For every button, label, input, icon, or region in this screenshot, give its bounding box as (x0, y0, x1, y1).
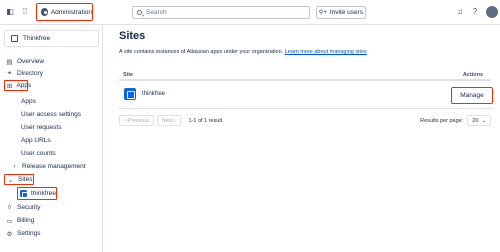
sidebar-item-label: Billing (17, 217, 35, 224)
results-per-page: Results per page: 20 ⌄ (420, 115, 491, 126)
shield-icon: ◊ (7, 204, 12, 211)
sidebar-item-user-access-settings[interactable]: User access settings (21, 109, 81, 120)
sidebar-item-user-requests[interactable]: User requests (21, 122, 61, 133)
table-row: thinkfree Manage (119, 82, 493, 109)
sidebar-item-user-counts[interactable]: User counts (21, 148, 56, 159)
app-switcher-icon[interactable]: ⁞⁞ (20, 7, 30, 17)
page-title: Sites (119, 30, 146, 42)
building-icon (11, 35, 18, 42)
search-placeholder: Search (146, 9, 167, 16)
help-icon[interactable]: ? (470, 7, 480, 17)
overview-icon: ▤ (6, 58, 13, 66)
sidebar-item-label: User counts (21, 150, 56, 157)
sidebar-item-label: Apps (21, 98, 36, 105)
org-switcher[interactable]: Thinkfree (4, 30, 99, 47)
search-input[interactable]: Search (132, 6, 310, 19)
billing-icon: ▭ (6, 217, 13, 225)
administration-label: Administration (50, 8, 92, 16)
chevron-down-icon: ⌄ (481, 117, 486, 124)
sidebar-item-overview[interactable]: ▤ Overview (6, 56, 44, 67)
administration-button[interactable]: Administration (36, 3, 93, 21)
avatar[interactable] (486, 6, 498, 18)
next-page-button[interactable]: Next › (156, 115, 182, 126)
results-per-page-select[interactable]: 20 ⌄ (467, 115, 491, 126)
sidebar-item-release-management[interactable]: › Release management (11, 161, 86, 172)
chevron-down-icon: ⌄ (7, 176, 14, 184)
sidebar-item-label: Sites (18, 176, 33, 183)
column-header-actions: Actions (462, 72, 483, 78)
next-label: Next (161, 117, 174, 124)
org-name: Thinkfree (23, 35, 51, 42)
manage-button[interactable]: Manage (451, 87, 493, 104)
pagination-info: 1-1 of 1 result (188, 117, 223, 124)
site-name[interactable]: thinkfree (142, 91, 165, 97)
sidebar-item-label: thinkfree (31, 190, 56, 197)
gear-icon: ⚙ (6, 230, 13, 238)
sidebar-item-site-thinkfree[interactable]: thinkfree (17, 187, 57, 200)
page-description: A site contains instances of Atlassian a… (119, 49, 367, 55)
top-navigation-bar: ◧ ⁞⁞ Administration Search ⚲+ Invite use… (0, 0, 500, 25)
sites-table-header: Site Actions (119, 67, 491, 81)
chevron-right-icon: › (13, 163, 16, 170)
notifications-icon[interactable]: ♫ (455, 7, 465, 17)
sidebar-item-directory[interactable]: ꔹ Directory (6, 68, 43, 79)
thinkfree-site-icon (124, 88, 136, 100)
previous-page-button[interactable]: ‹ Previous (119, 115, 154, 126)
sidebar-item-apps[interactable]: ⊞ Apps (4, 80, 32, 91)
sidebar-toggle-icon[interactable]: ◧ (5, 7, 15, 17)
sidebar-item-label: User requests (21, 124, 62, 131)
people-icon: ꔹ (6, 69, 13, 77)
column-header-site[interactable]: Site (123, 72, 133, 78)
sidebar-item-label: App URLs (21, 137, 51, 144)
sidebar-item-apps-sub[interactable]: Apps (21, 96, 36, 107)
sidebar-item-app-urls[interactable]: App URLs (21, 135, 51, 146)
sidebar-item-label: Directory (17, 70, 44, 77)
sidebar-item-security[interactable]: ◊ Security (6, 202, 41, 213)
thinkfree-site-icon (20, 190, 28, 198)
results-per-page-label: Results per page: (420, 117, 464, 124)
invite-users-label: Invite users (329, 9, 364, 16)
sidebar-item-sites[interactable]: ⌄ Sites (4, 174, 34, 185)
learn-more-link[interactable]: Learn more about managing sites (285, 49, 367, 55)
sidebar-item-label: Security (17, 204, 41, 211)
sidebar-item-label: Overview (17, 58, 45, 65)
results-per-page-value: 20 (472, 117, 479, 124)
sidebar-item-label: Release management (22, 163, 86, 170)
pagination: ‹ Previous Next › 1-1 of 1 result (119, 115, 222, 126)
sidebar: Thinkfree ▤ Overview ꔹ Directory ⊞ Apps … (0, 25, 103, 252)
sidebar-item-label: Settings (17, 230, 41, 237)
previous-label: Previous (127, 117, 149, 124)
sidebar-item-billing[interactable]: ▭ Billing (6, 215, 34, 226)
apps-icon: ⊞ (7, 82, 13, 90)
description-text: A site contains instances of Atlassian a… (119, 49, 284, 55)
sidebar-item-settings[interactable]: ⚙ Settings (6, 228, 41, 239)
search-icon (137, 10, 142, 15)
gear-icon (41, 8, 48, 16)
invite-users-button[interactable]: ⚲+ Invite users (316, 6, 366, 19)
add-user-icon: ⚲+ (318, 10, 327, 16)
sidebar-item-label: Apps (16, 82, 32, 89)
sidebar-item-label: User access settings (21, 111, 81, 118)
